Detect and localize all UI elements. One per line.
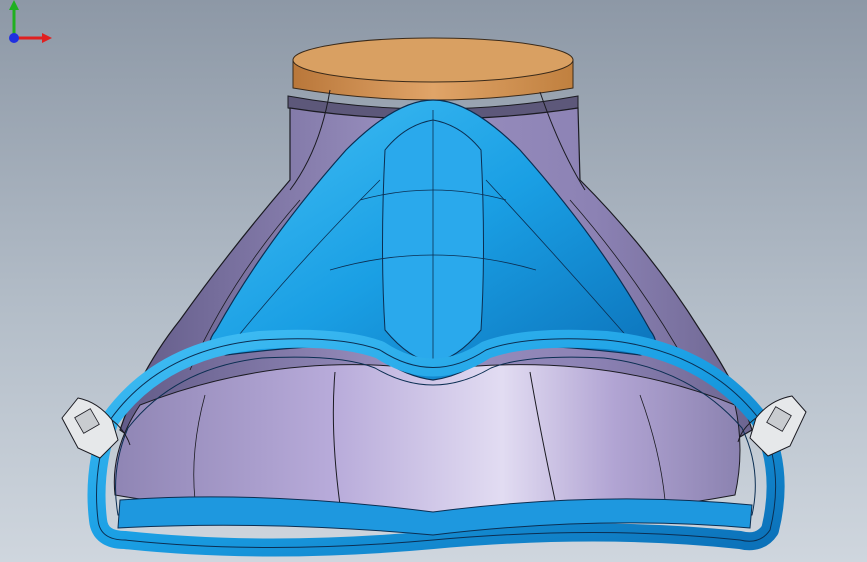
model-view[interactable] xyxy=(0,0,867,562)
z-axis-icon xyxy=(9,33,19,43)
reference-triad xyxy=(9,0,52,43)
x-arrow-icon xyxy=(42,33,52,43)
graphics-viewport[interactable] xyxy=(0,0,867,562)
y-arrow-icon xyxy=(9,0,19,10)
